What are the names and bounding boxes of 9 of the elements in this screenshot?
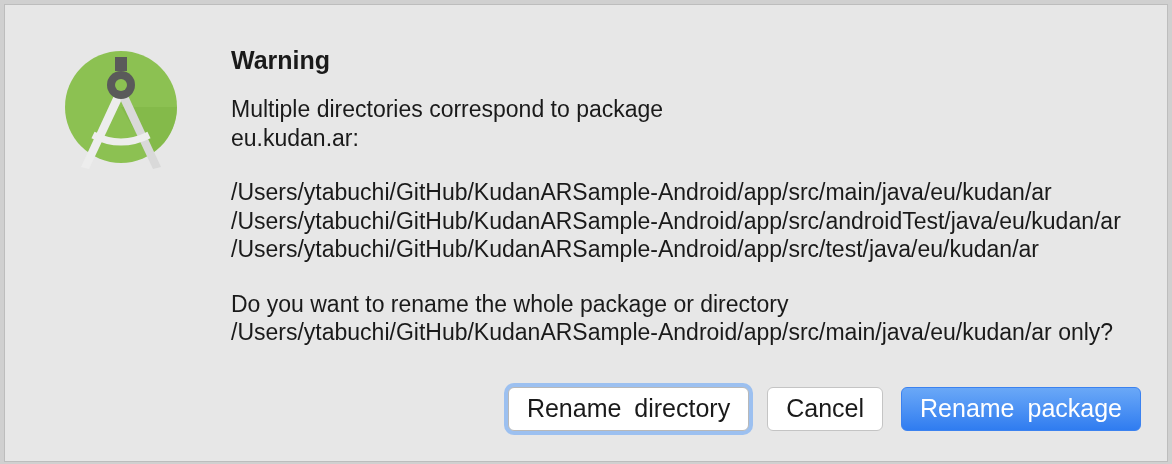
message-line: Do you want to rename the whole package or directory xyxy=(231,289,790,318)
message-line: /Users/ytabuchi/GitHub/KudanARSample-Android/app/src/main/java/eu/kudan/ar only? xyxy=(231,318,1115,347)
message-line: /Users/ytabuchi/GitHub/KudanARSample-Android/app/src/test/java/eu/kudan/ar xyxy=(231,235,1040,264)
message-line: /Users/ytabuchi/GitHub/KudanARSample-Android/app/src/androidTest/java/eu/kudan/ar xyxy=(231,206,1122,235)
message-line: eu.kudan.ar: xyxy=(231,123,360,152)
dialog-title: Warning xyxy=(231,45,332,75)
dialog-button[interactable]: Cancel xyxy=(767,386,884,431)
message-line: Multiple directories correspond to package xyxy=(231,95,665,124)
message-line: /Users/ytabuchi/GitHub/KudanARSample-Android/app/src/main/java/eu/kudan/ar xyxy=(231,178,1053,207)
